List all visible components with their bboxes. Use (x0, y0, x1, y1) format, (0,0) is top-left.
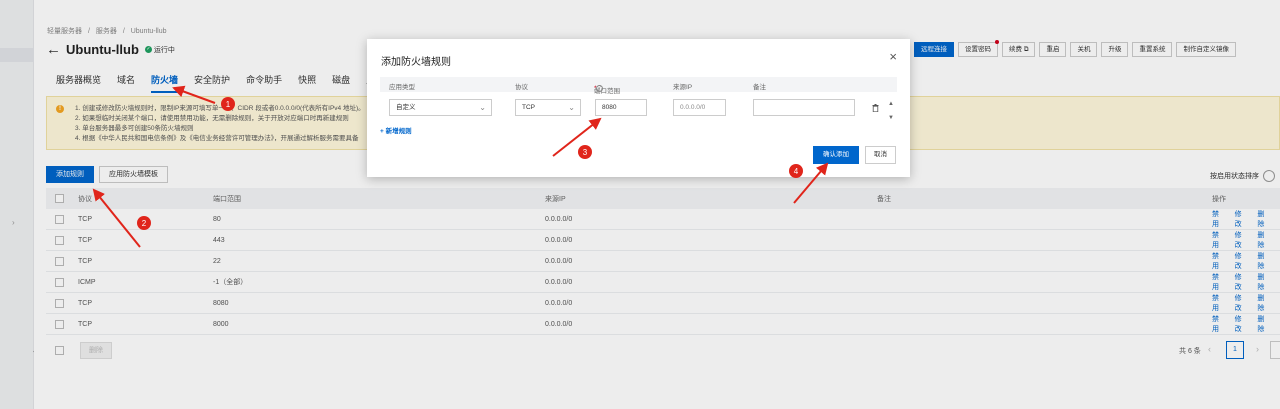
annotation-arrow-4: 4 (789, 162, 829, 204)
annotation-arrow-2: 2 (92, 188, 151, 248)
annotation-number: 2 (142, 219, 147, 228)
tutorial-annotations: 1 2 3 4 (92, 85, 829, 248)
annotation-number: 3 (583, 148, 588, 157)
annotation-number: 4 (794, 167, 799, 176)
annotation-arrow-3: 3 (552, 117, 602, 159)
annotation-arrow-1: 1 (172, 85, 235, 111)
annotation-number: 1 (226, 100, 231, 109)
